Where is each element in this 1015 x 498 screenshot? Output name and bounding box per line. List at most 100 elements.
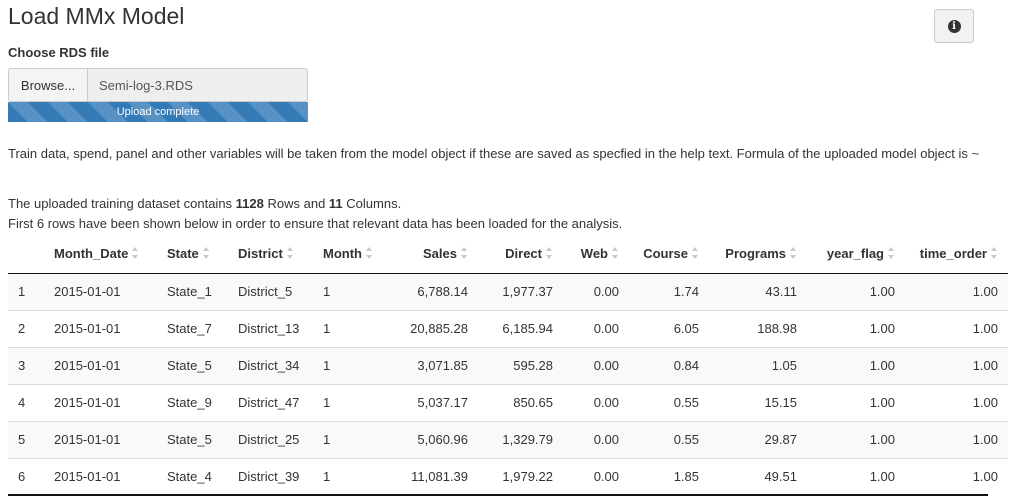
info-button[interactable]: i xyxy=(934,9,974,43)
column-header-sales[interactable]: Sales xyxy=(393,234,478,274)
table-cell: 1.00 xyxy=(807,457,905,495)
header-label: year_flag xyxy=(826,245,884,261)
header-label: Course xyxy=(643,245,688,261)
table-cell: 5 xyxy=(8,420,44,458)
header-label: Sales xyxy=(423,245,457,261)
table-cell: 15.15 xyxy=(709,383,807,421)
table-cell: 1 xyxy=(313,346,393,384)
table-cell: 1 xyxy=(313,383,393,421)
column-header-time-order[interactable]: time_order xyxy=(905,234,1008,274)
table-cell: State_5 xyxy=(157,346,228,384)
table-cell: 2015-01-01 xyxy=(44,309,157,347)
table-cell: State_7 xyxy=(157,309,228,347)
sort-icon xyxy=(612,246,619,259)
table-cell: 6 xyxy=(8,457,44,495)
file-input-group: Browse... Semi-log-3.RDS xyxy=(8,68,308,102)
model-info-text: Train data, spend, panel and other varia… xyxy=(8,146,980,161)
table-cell: 5,037.17 xyxy=(393,383,478,421)
table-cell: 1.00 xyxy=(807,272,905,310)
column-header-year-flag[interactable]: year_flag xyxy=(807,234,905,274)
column-header-index xyxy=(8,234,44,274)
summary-text-post: Columns. xyxy=(342,196,402,211)
table-row: 2 2015-01-01 State_7 District_13 1 20,885.28 6… xyxy=(8,309,1008,347)
sort-icon xyxy=(132,246,139,259)
row-count: 1128 xyxy=(235,196,264,211)
header-label: State xyxy=(167,245,199,261)
browse-button[interactable]: Browse... xyxy=(8,68,88,102)
header-label: District xyxy=(238,245,283,261)
summary-text-mid: Rows and xyxy=(263,196,329,211)
table-row: 1 2015-01-01 State_1 District_5 1 6,788.14 1,9… xyxy=(8,272,1008,310)
table-cell: 1.85 xyxy=(629,457,709,495)
table-cell: 1.00 xyxy=(905,457,1008,495)
table-cell: 188.98 xyxy=(709,309,807,347)
column-header-state[interactable]: State xyxy=(157,234,228,274)
table-cell: 1.00 xyxy=(905,309,1008,347)
table-row: 3 2015-01-01 State_5 District_34 1 3,071.85 59… xyxy=(8,346,1008,384)
table-cell: 0.84 xyxy=(629,346,709,384)
table-cell: 3,071.85 xyxy=(393,346,478,384)
table-cell: State_1 xyxy=(157,272,228,310)
table-cell: District_39 xyxy=(228,457,313,495)
page-title: Load MMx Model xyxy=(8,3,185,29)
column-header-course[interactable]: Course xyxy=(629,234,709,274)
table-cell: 2015-01-01 xyxy=(44,420,157,458)
header-label: Month xyxy=(323,245,362,261)
table-row: 5 2015-01-01 State_5 District_25 1 5,060.96 1,… xyxy=(8,420,1008,458)
table-cell: 2015-01-01 xyxy=(44,346,157,384)
column-header-month-date[interactable]: Month_Date xyxy=(44,234,157,274)
sort-icon xyxy=(546,246,553,259)
sort-icon xyxy=(790,246,797,259)
table-cell: 5,060.96 xyxy=(393,420,478,458)
table-cell: 0.00 xyxy=(563,309,629,347)
sort-icon xyxy=(991,246,998,259)
table-cell: 0.00 xyxy=(563,457,629,495)
table-cell: 1.00 xyxy=(807,383,905,421)
table-cell: 1 xyxy=(313,309,393,347)
table-cell: 11,081.39 xyxy=(393,457,478,495)
table-cell: 1.00 xyxy=(905,346,1008,384)
table-cell: District_13 xyxy=(228,309,313,347)
table-cell: 6,185.94 xyxy=(478,309,563,347)
table-cell: State_5 xyxy=(157,420,228,458)
column-header-direct[interactable]: Direct xyxy=(478,234,563,274)
table-cell: 6,788.14 xyxy=(393,272,478,310)
sort-icon xyxy=(365,246,373,259)
table-cell: 0.00 xyxy=(563,346,629,384)
file-input-label: Choose RDS file xyxy=(8,45,110,60)
table-cell: 1.05 xyxy=(709,346,807,384)
column-header-web[interactable]: Web xyxy=(563,234,629,274)
info-circle-icon: i xyxy=(947,19,961,33)
table-cell: 1.00 xyxy=(905,420,1008,458)
header-label: Programs xyxy=(725,245,786,261)
summary-text-pre: The uploaded training dataset contains xyxy=(8,196,236,211)
table-cell: 595.28 xyxy=(478,346,563,384)
table-cell: 1 xyxy=(8,272,44,310)
column-count: 11 xyxy=(328,196,343,211)
table-cell: 1,977.37 xyxy=(478,272,563,310)
column-header-month[interactable]: Month xyxy=(313,234,393,274)
sort-icon xyxy=(692,246,699,259)
table-cell: 850.65 xyxy=(478,383,563,421)
table-cell: 1.00 xyxy=(807,346,905,384)
table-cell: 2015-01-01 xyxy=(44,383,157,421)
table-cell: 0.00 xyxy=(563,383,629,421)
table-header-row: Month_Date State District Month Sales Di… xyxy=(8,234,1008,274)
table-row: 6 2015-01-01 State_4 District_39 1 11,081.39 1… xyxy=(8,457,1008,495)
table-cell: 2 xyxy=(8,309,44,347)
table-cell: 1.00 xyxy=(905,383,1008,421)
table-cell: 1.00 xyxy=(905,272,1008,310)
sort-icon xyxy=(202,246,210,259)
table-cell: 1 xyxy=(313,272,393,310)
table-bottom-border xyxy=(8,494,988,496)
table-cell: State_9 xyxy=(157,383,228,421)
table-cell: District_25 xyxy=(228,420,313,458)
column-header-district[interactable]: District xyxy=(228,234,313,274)
table-row: 4 2015-01-01 State_9 District_47 1 5,037.17 85… xyxy=(8,383,1008,421)
table-cell: 20,885.28 xyxy=(393,309,478,347)
column-header-programs[interactable]: Programs xyxy=(709,234,807,274)
table-cell: 49.51 xyxy=(709,457,807,495)
file-name-field[interactable]: Semi-log-3.RDS xyxy=(88,68,308,102)
table-cell: 1.74 xyxy=(629,272,709,310)
sort-icon xyxy=(461,246,468,259)
